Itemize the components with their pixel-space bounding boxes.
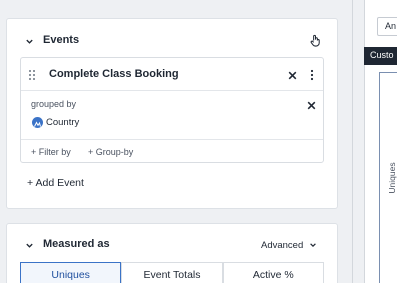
advanced-dropdown[interactable]: Advanced bbox=[261, 240, 317, 251]
remove-event-icon[interactable] bbox=[287, 68, 298, 80]
event-name[interactable]: Complete Class Booking bbox=[49, 68, 179, 80]
chevron-down-icon bbox=[310, 243, 316, 248]
measured-as-title: Measured as bbox=[43, 238, 110, 250]
measure-option-event-totals[interactable]: Event Totals bbox=[121, 262, 223, 283]
remove-group-icon[interactable] bbox=[306, 98, 317, 110]
left-panel: Events Complete Class Booking grouped by… bbox=[0, 0, 352, 283]
panel-divider[interactable] bbox=[352, 0, 353, 283]
group-by-button[interactable]: + Group-by bbox=[88, 147, 133, 157]
filter-by-button[interactable]: + Filter by bbox=[31, 147, 71, 157]
property-icon bbox=[32, 117, 43, 128]
more-options-icon[interactable] bbox=[308, 68, 316, 81]
tooltip: Custo bbox=[364, 47, 397, 65]
event-item: Complete Class Booking grouped by Countr… bbox=[20, 57, 324, 163]
events-card: Events Complete Class Booking grouped by… bbox=[6, 18, 338, 209]
measure-segmented-control: Uniques Event Totals Active % bbox=[20, 262, 324, 283]
drag-handle-icon[interactable] bbox=[28, 68, 36, 80]
grouped-by-label: grouped by bbox=[31, 99, 77, 109]
measure-option-uniques[interactable]: Uniques bbox=[20, 262, 122, 283]
group-property[interactable]: Country bbox=[46, 117, 79, 128]
chevron-down-icon[interactable] bbox=[23, 35, 35, 47]
advanced-label: Advanced bbox=[261, 240, 304, 251]
chevron-down-icon[interactable] bbox=[23, 239, 35, 251]
measure-option-active-percent[interactable]: Active % bbox=[222, 262, 324, 283]
event-footer: + Filter by + Group-by bbox=[21, 139, 323, 163]
add-event-button[interactable]: + Add Event bbox=[27, 177, 84, 189]
y-axis-label: Uniques bbox=[387, 162, 397, 194]
hand-pointer-icon[interactable] bbox=[309, 34, 322, 47]
events-title: Events bbox=[43, 34, 80, 46]
measured-as-card: Measured as Advanced Uniques Event Total… bbox=[6, 223, 338, 283]
event-header: Complete Class Booking bbox=[21, 58, 323, 91]
chart-option-button[interactable]: An bbox=[377, 17, 397, 36]
